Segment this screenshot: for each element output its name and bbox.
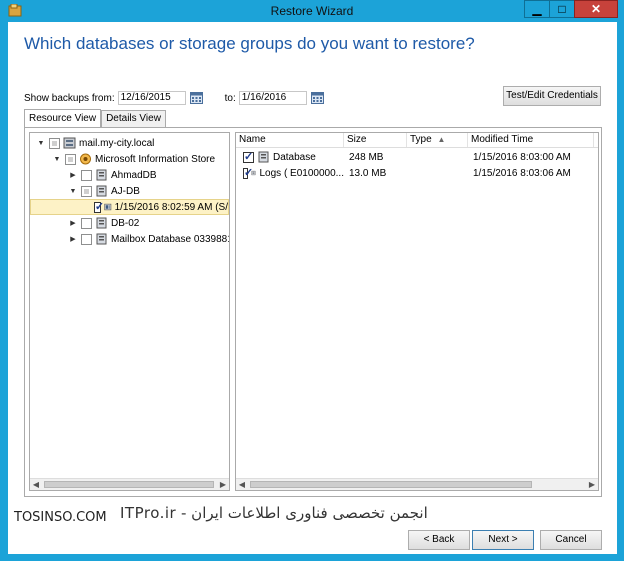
tree-checkbox[interactable] bbox=[93, 200, 104, 213]
expand-arrow-icon[interactable]: ▶ bbox=[68, 219, 78, 227]
scroll-thumb[interactable] bbox=[44, 481, 214, 488]
test-edit-credentials-button[interactable]: Test/Edit Credentials bbox=[503, 86, 601, 106]
collapse-arrow-icon[interactable]: ▼ bbox=[68, 188, 78, 195]
calendar-icon[interactable] bbox=[189, 92, 203, 104]
item-name: Logs ( E0100000... bbox=[259, 167, 344, 179]
scroll-left-icon[interactable]: ◀ bbox=[236, 479, 248, 490]
column-name[interactable]: Name bbox=[236, 133, 344, 147]
next-button[interactable]: Next > bbox=[472, 530, 534, 550]
tree-node-ahmaddb[interactable]: ▶ AhmadDB bbox=[68, 167, 157, 183]
database-icon bbox=[96, 169, 107, 181]
item-modified-time: 1/15/2016 8:03:00 AM bbox=[473, 151, 571, 163]
item-name: Database bbox=[273, 151, 316, 163]
tree-node-label: Microsoft Information Store bbox=[95, 153, 216, 165]
tree-checkbox[interactable] bbox=[65, 153, 76, 165]
cancel-button[interactable]: Cancel bbox=[540, 530, 602, 550]
backup-icon bbox=[104, 203, 112, 211]
tree-checkbox[interactable] bbox=[81, 169, 92, 181]
sort-ascending-icon: ▲ bbox=[437, 135, 446, 144]
server-icon bbox=[63, 137, 76, 149]
item-checkbox[interactable] bbox=[243, 167, 254, 179]
tree-node-label: 1/15/2016 8:02:59 AM (S/ bbox=[114, 201, 228, 213]
database-icon bbox=[258, 151, 269, 163]
maximize-button[interactable]: □ bbox=[549, 0, 575, 18]
tree-node-label: AJ-DB bbox=[111, 185, 140, 197]
tree-node-label: DB-02 bbox=[111, 217, 140, 229]
tree-node-label: AhmadDB bbox=[111, 169, 157, 181]
scroll-thumb[interactable] bbox=[250, 481, 532, 488]
column-size[interactable]: Size bbox=[344, 133, 407, 147]
list-header: Name Size Type ▲ Modified Time bbox=[236, 133, 598, 148]
backup-items-list[interactable]: Name Size Type ▲ Modified Time Database … bbox=[235, 132, 599, 491]
scroll-right-icon[interactable]: ▶ bbox=[217, 479, 229, 490]
collapse-arrow-icon[interactable]: ▼ bbox=[52, 156, 62, 163]
minimize-button[interactable]: ▁ bbox=[524, 0, 550, 18]
tree-checkbox[interactable] bbox=[49, 137, 60, 149]
expand-arrow-icon[interactable]: ▶ bbox=[68, 171, 78, 179]
database-icon bbox=[96, 233, 107, 245]
page-title: Which databases or storage groups do you… bbox=[24, 34, 475, 53]
tab-panel: ▼ mail.my-city.local ▼ Microsoft Informa… bbox=[24, 127, 602, 497]
tree-checkbox[interactable] bbox=[81, 217, 92, 229]
watermark-brand: TOSINSO.COM bbox=[14, 510, 107, 525]
close-button[interactable]: ✕ bbox=[574, 0, 618, 18]
tree-checkbox[interactable] bbox=[81, 233, 92, 245]
title-bar[interactable]: Restore Wizard ▁ □ ✕ bbox=[0, 0, 624, 22]
from-label: Show backups from: bbox=[24, 92, 115, 104]
column-modified-time[interactable]: Modified Time bbox=[468, 133, 594, 147]
window-frame: Restore Wizard ▁ □ ✕ Which databases or … bbox=[0, 0, 624, 561]
item-size: 13.0 MB bbox=[349, 167, 387, 179]
back-button[interactable]: < Back bbox=[408, 530, 470, 550]
tab-resource-view[interactable]: Resource View bbox=[24, 109, 102, 127]
list-item[interactable]: Database 248 MB 1/15/2016 8:03:00 AM bbox=[236, 149, 594, 165]
expand-arrow-icon[interactable]: ▶ bbox=[68, 235, 78, 243]
tree-node-information-store[interactable]: ▼ Microsoft Information Store bbox=[52, 151, 215, 167]
tree-checkbox[interactable] bbox=[81, 185, 92, 197]
column-type[interactable]: Type ▲ bbox=[407, 133, 468, 147]
item-size: 248 MB bbox=[349, 151, 384, 163]
tree-horizontal-scrollbar[interactable]: ◀ ▶ bbox=[30, 478, 229, 490]
date-filter-row: Show backups from: 12/16/2015 to: 1/16/2… bbox=[24, 90, 324, 106]
scroll-left-icon[interactable]: ◀ bbox=[30, 479, 42, 490]
tree-node-mailbox-database[interactable]: ▶ Mailbox Database 03398811 bbox=[68, 231, 230, 247]
column-type-label: Type bbox=[410, 134, 432, 145]
collapse-arrow-icon[interactable]: ▼ bbox=[36, 140, 46, 147]
calendar-icon[interactable] bbox=[310, 92, 324, 104]
list-horizontal-scrollbar[interactable]: ◀ ▶ bbox=[236, 478, 598, 490]
tree-node-label: mail.my-city.local bbox=[79, 137, 155, 149]
item-checkbox[interactable] bbox=[243, 151, 254, 163]
from-date-field[interactable]: 12/16/2015 bbox=[117, 91, 186, 105]
resource-tree[interactable]: ▼ mail.my-city.local ▼ Microsoft Informa… bbox=[29, 132, 230, 491]
tree-node-label: Mailbox Database 03398811 bbox=[111, 233, 230, 245]
tree-node-server[interactable]: ▼ mail.my-city.local bbox=[36, 135, 154, 151]
tab-details-view[interactable]: Details View bbox=[101, 110, 166, 127]
tree-node-db-02[interactable]: ▶ DB-02 bbox=[68, 215, 139, 231]
wizard-client-area: Which databases or storage groups do you… bbox=[8, 22, 617, 554]
scroll-right-icon[interactable]: ▶ bbox=[586, 479, 598, 490]
tree-node-aj-db[interactable]: ▼ AJ-DB bbox=[68, 183, 140, 199]
tree-node-backup-point[interactable]: 1/15/2016 8:02:59 AM (S/ bbox=[30, 199, 229, 215]
to-date-field[interactable]: 1/16/2016 bbox=[238, 91, 307, 105]
item-modified-time: 1/15/2016 8:03:06 AM bbox=[473, 167, 571, 179]
watermark-text: انجمن تخصصی فناوری اطلاعات ایران - ITPro… bbox=[120, 504, 428, 522]
exchange-store-icon bbox=[80, 153, 91, 165]
database-icon bbox=[96, 217, 107, 229]
list-item[interactable]: Logs ( E0100000... 13.0 MB 1/15/2016 8:0… bbox=[236, 165, 594, 181]
view-tabs: Resource View Details View bbox=[24, 109, 166, 127]
database-icon bbox=[96, 185, 107, 197]
to-label: to: bbox=[224, 92, 236, 104]
